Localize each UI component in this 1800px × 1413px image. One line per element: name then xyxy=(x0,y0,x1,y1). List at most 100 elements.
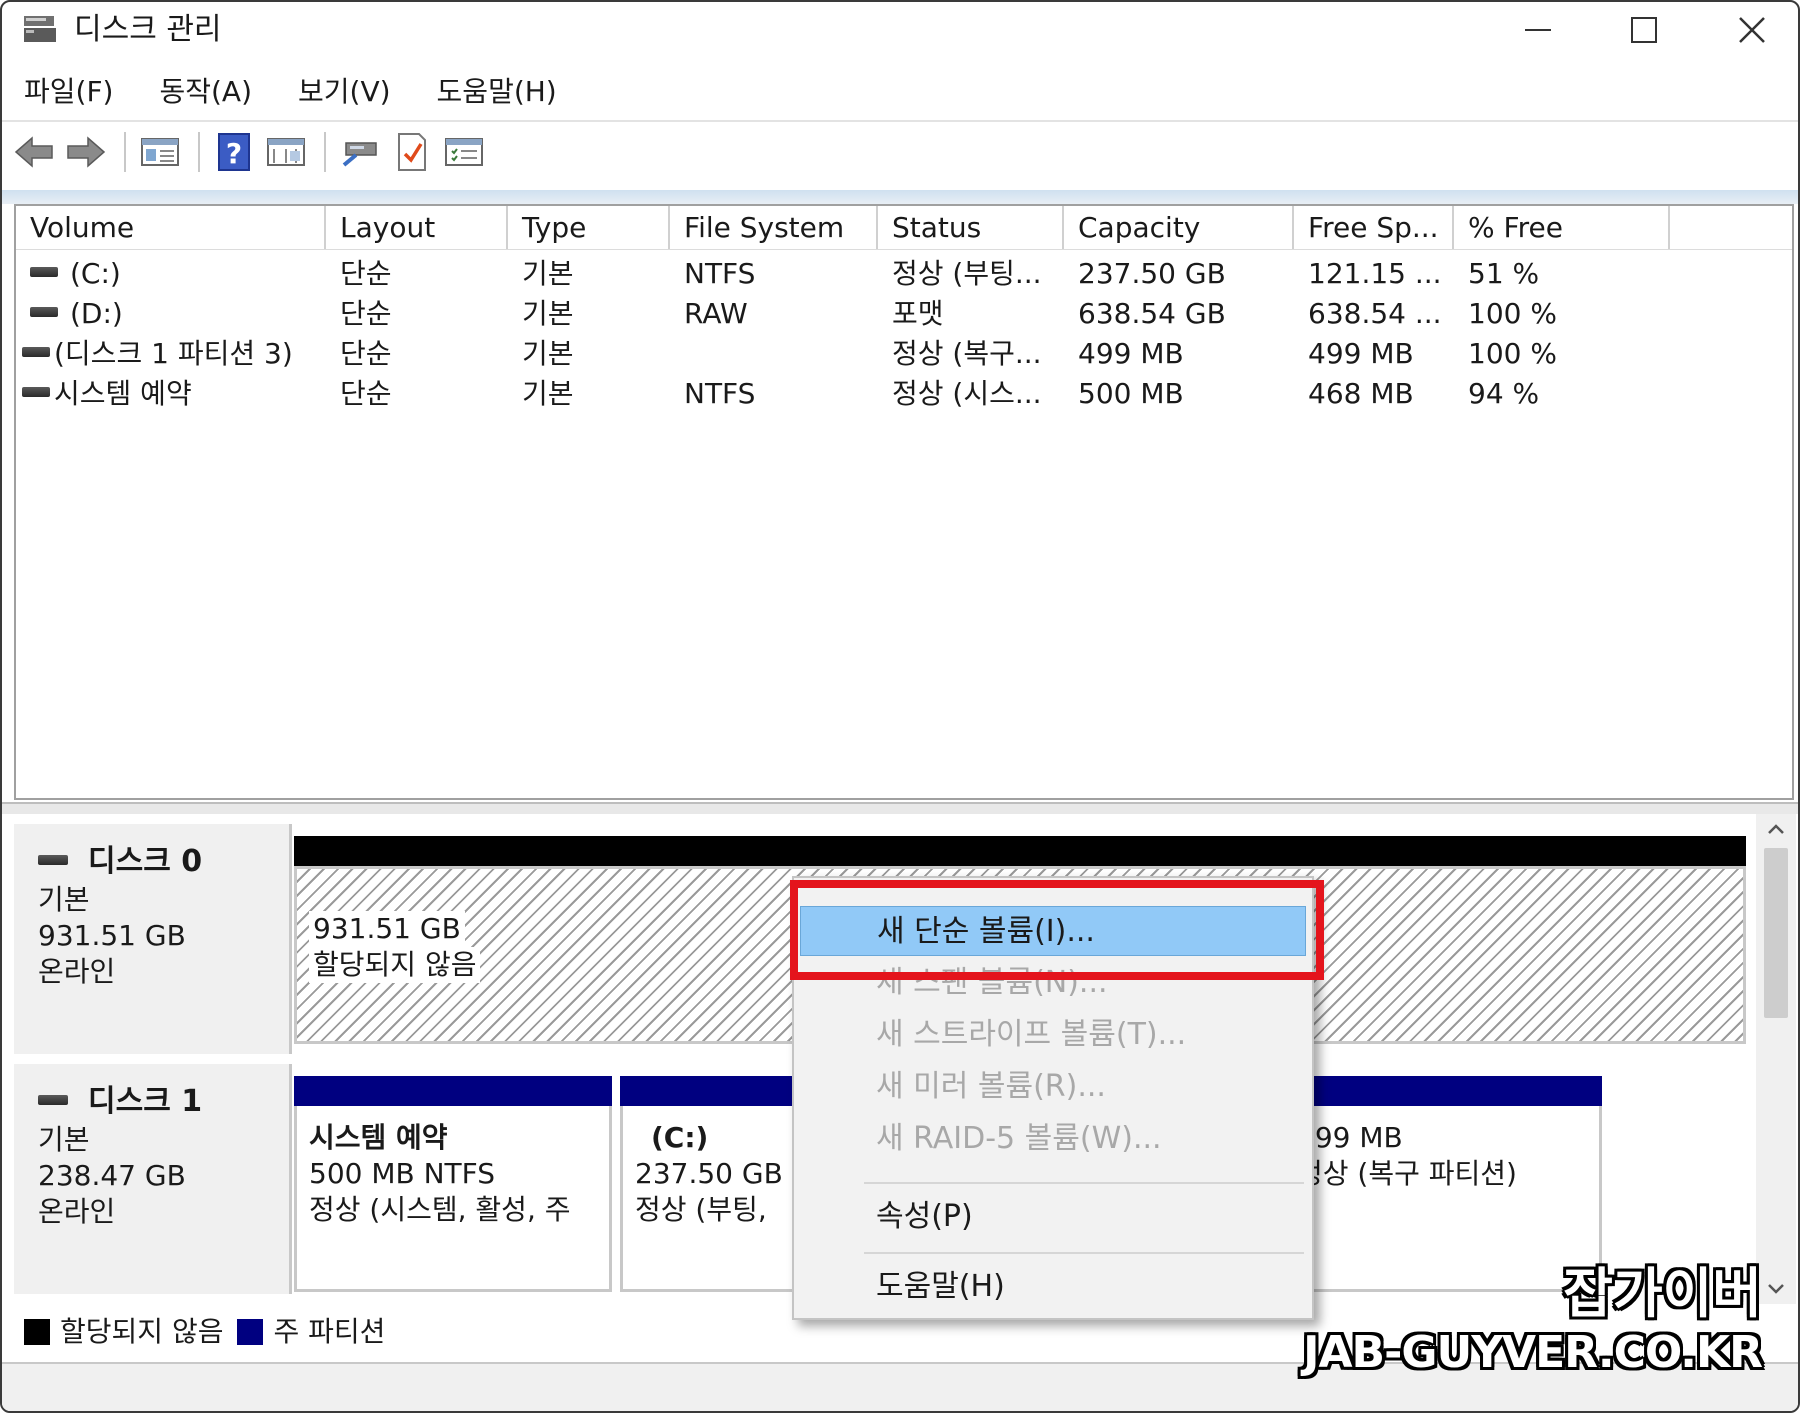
percent-free-cell: 94 % xyxy=(1468,377,1540,410)
check-document-icon xyxy=(398,133,426,171)
volume-row[interactable]: 시스템 예약 단순 기본 NTFS 정상 (시스... 500 MB 468 M… xyxy=(16,374,1792,414)
window-title: 디스크 관리 xyxy=(74,12,222,47)
volume-name: (D:) xyxy=(70,297,123,330)
disk-management-app-icon xyxy=(24,16,56,42)
drive-icon xyxy=(22,347,50,357)
disk-0-state: 온라인 xyxy=(38,955,116,988)
check-document-button[interactable] xyxy=(388,128,436,176)
disk-0-type: 기본 xyxy=(38,883,90,916)
menu-view[interactable]: 보기(V) xyxy=(276,68,409,118)
layout-cell: 단순 xyxy=(340,337,392,370)
file-system-cell xyxy=(670,334,878,374)
pane-splitter[interactable] xyxy=(2,802,1798,814)
chevron-down-icon xyxy=(1768,1284,1784,1294)
minimize-button[interactable] xyxy=(1498,8,1578,52)
legend-primary-partition: 주 파티션 xyxy=(273,1315,386,1348)
drive-icon xyxy=(38,854,68,865)
forward-arrow-icon xyxy=(67,136,106,168)
drive-icon xyxy=(38,1094,68,1105)
help-button[interactable]: ? xyxy=(210,128,258,176)
free-space-cell: 468 MB xyxy=(1308,377,1414,410)
menu-file[interactable]: 파일(F) xyxy=(2,68,131,118)
connect-button[interactable] xyxy=(336,128,384,176)
column-header-file-system[interactable]: File System xyxy=(670,206,878,249)
volume-row[interactable]: (디스크 1 파티션 3) 단순 기본 정상 (복구... 499 MB 499… xyxy=(16,334,1792,374)
legend: 할당되지 않음 주 파티션 xyxy=(24,1314,385,1350)
console-tree-icon xyxy=(141,138,179,166)
capacity-cell: 499 MB xyxy=(1078,337,1184,370)
partition-title: 시스템 예약 xyxy=(309,1121,448,1154)
title-bar: 디스크 관리 xyxy=(2,2,1798,58)
unallocated-status: 할당되지 않음 xyxy=(309,947,481,983)
system-reserved-partition[interactable]: 시스템 예약 500 MB NTFS 정상 (시스템, 활성, 주 xyxy=(294,1076,612,1292)
volume-row[interactable]: (D:) 단순 기본 RAW 포맷 638.54 GB 638.54 ... 1… xyxy=(16,294,1792,334)
watermark-korean: 잡가이버 xyxy=(1563,1262,1762,1325)
partition-body: 시스템 예약 500 MB NTFS 정상 (시스템, 활성, 주 xyxy=(294,1106,612,1292)
toolbar: ? xyxy=(10,124,492,180)
primary-partition-swatch xyxy=(237,1319,264,1345)
show-pane-button[interactable] xyxy=(262,128,310,176)
column-header-type[interactable]: Type xyxy=(508,206,670,249)
layout-cell: 단순 xyxy=(340,297,392,330)
column-header-volume[interactable]: Volume xyxy=(16,206,326,249)
back-button[interactable] xyxy=(10,128,58,176)
column-header-layout[interactable]: Layout xyxy=(326,206,508,249)
column-header-status[interactable]: Status xyxy=(878,206,1064,249)
type-cell: 기본 xyxy=(522,377,574,410)
menu-new-mirrored-volume: 새 미러 볼륨(R)... xyxy=(876,1069,1106,1104)
volume-cell: (디스크 1 파티션 3) xyxy=(16,334,326,374)
disk-0-label: 디스크 0 xyxy=(38,842,289,882)
partition-size: 500 MB NTFS xyxy=(309,1157,496,1190)
scroll-thumb[interactable] xyxy=(1764,848,1788,1018)
c-drive-partition[interactable]: (C:) 237.50 GB N 정상 (부팅, xyxy=(620,1076,812,1292)
partition-size: 499 MB xyxy=(1297,1121,1403,1154)
menu-new-striped-volume: 새 스트라이프 볼륨(T)... xyxy=(876,1017,1187,1052)
layout-cell: 단순 xyxy=(340,257,392,290)
forward-button[interactable] xyxy=(62,128,110,176)
disk-map-scrollbar[interactable] xyxy=(1756,814,1796,1304)
disk-0-info[interactable]: 디스크 0 기본 931.51 GB 온라인 xyxy=(14,824,292,1054)
layout-cell: 단순 xyxy=(340,377,392,410)
properties-list-button[interactable] xyxy=(440,128,488,176)
volume-list[interactable]: Volume Layout Type File System Status Ca… xyxy=(14,204,1794,800)
disk-1-type: 기본 xyxy=(38,1123,90,1156)
volume-name: (C:) xyxy=(70,257,121,290)
status-cell: 정상 (복구... xyxy=(892,337,1042,370)
menu-help[interactable]: 도움말(H) xyxy=(415,68,575,118)
volume-cell: (D:) xyxy=(16,294,326,334)
console-tree-button[interactable] xyxy=(136,128,184,176)
maximize-button[interactable] xyxy=(1604,8,1684,52)
disk-1-info[interactable]: 디스크 1 기본 238.47 GB 온라인 xyxy=(14,1064,292,1294)
volume-list-header: Volume Layout Type File System Status Ca… xyxy=(16,206,1792,250)
menu-separator xyxy=(864,1252,1304,1254)
primary-partition-bar xyxy=(620,1076,812,1106)
column-header-percent-free[interactable]: % Free xyxy=(1454,206,1670,249)
capacity-cell: 237.50 GB xyxy=(1078,257,1226,290)
disk-1-state: 온라인 xyxy=(38,1195,116,1228)
volume-name: 시스템 예약 xyxy=(54,377,192,410)
volume-cell: 시스템 예약 xyxy=(16,374,326,414)
partition-size: 237.50 GB N xyxy=(635,1157,809,1190)
pane-top-border xyxy=(2,190,1798,204)
menu-properties[interactable]: 속성(P) xyxy=(800,1192,1306,1242)
disk-0-size: 931.51 GB xyxy=(38,919,186,952)
menu-help-item[interactable]: 도움말(H) xyxy=(800,1262,1306,1312)
free-space-cell: 499 MB xyxy=(1308,337,1414,370)
svg-text:?: ? xyxy=(226,137,242,170)
scroll-down-arrow[interactable] xyxy=(1756,1274,1796,1304)
volume-row[interactable]: (C:) 단순 기본 NTFS 정상 (부팅... 237.50 GB 121.… xyxy=(16,254,1792,294)
connect-icon xyxy=(342,142,377,167)
primary-partition-bar xyxy=(294,1076,612,1106)
volume-cell: (C:) xyxy=(16,254,326,294)
menu-bar: 파일(F) 동작(A) 보기(V) 도움말(H) xyxy=(2,68,581,118)
close-button[interactable] xyxy=(1712,8,1792,52)
scroll-up-arrow[interactable] xyxy=(1756,814,1796,844)
column-header-capacity[interactable]: Capacity xyxy=(1064,206,1294,249)
toolbar-separator xyxy=(198,132,200,172)
highlight-callout-box xyxy=(790,880,1324,980)
column-header-free-space[interactable]: Free Sp... xyxy=(1294,206,1454,249)
status-cell: 정상 (부팅... xyxy=(892,257,1042,290)
disk-1-size: 238.47 GB xyxy=(38,1159,186,1192)
percent-free-cell: 100 % xyxy=(1468,337,1557,370)
menu-action[interactable]: 동작(A) xyxy=(137,68,270,118)
